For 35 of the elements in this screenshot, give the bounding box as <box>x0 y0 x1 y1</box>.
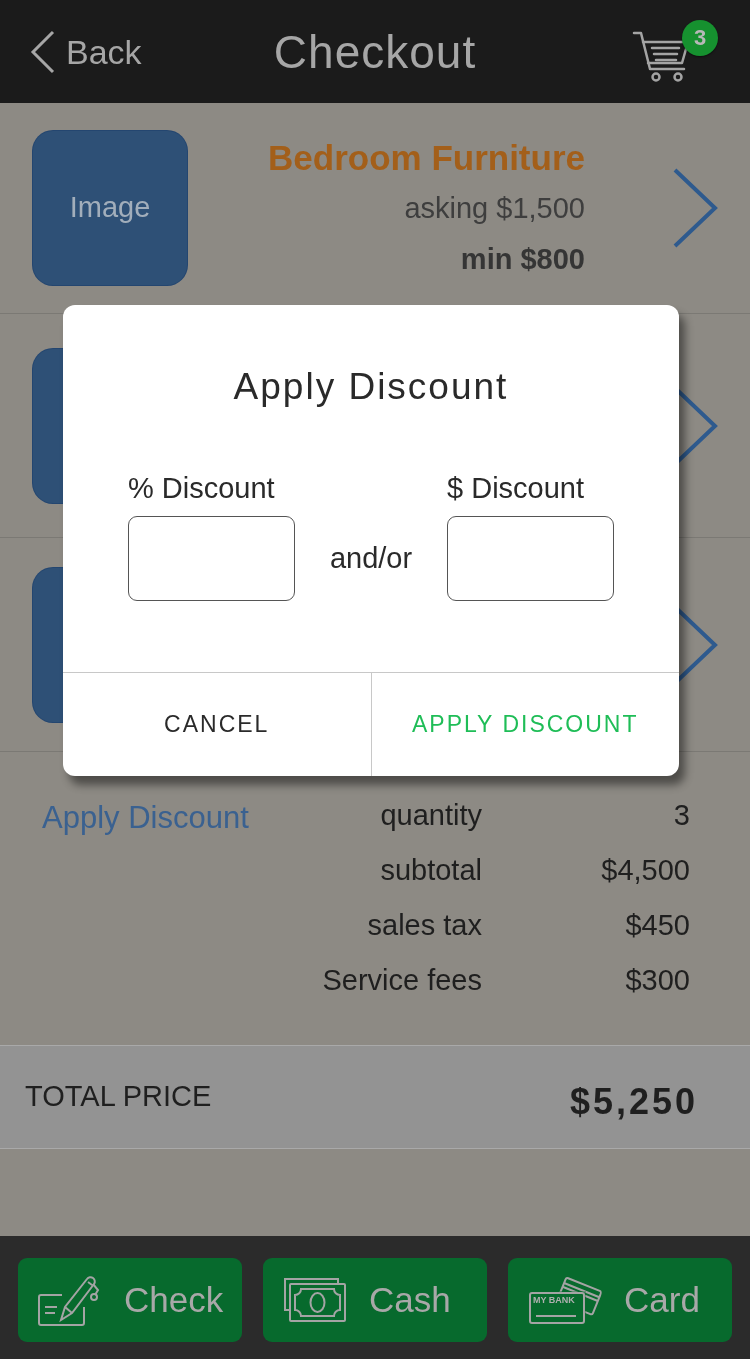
summary-value: 3 <box>672 797 690 833</box>
back-button[interactable]: Back <box>30 29 142 74</box>
summary-label: sales tax <box>366 907 482 943</box>
check-with-pen-icon <box>38 1273 102 1327</box>
dialog-title: Apply Discount <box>233 365 509 409</box>
card-brand-text: MY BANK <box>533 1296 575 1305</box>
payment-button[interactable]: Cash <box>263 1258 487 1342</box>
field-label: $ Discount <box>447 471 585 507</box>
banknotes-icon <box>283 1277 347 1323</box>
summary-value: $4,500 <box>600 852 690 888</box>
cancel-button[interactable]: CANCEL <box>63 673 371 776</box>
credit-cards-icon <box>528 1275 602 1325</box>
field-label: % Discount <box>128 471 276 507</box>
total-value: $5,250 <box>569 1080 698 1124</box>
image-caption: Image <box>69 190 151 226</box>
item-title: Bedroom Furniture <box>268 136 585 179</box>
discount-field[interactable] <box>447 516 614 601</box>
payment-button[interactable]: Check <box>18 1258 242 1342</box>
summary-label: Service fees <box>322 962 482 998</box>
and-or-text: and/or <box>329 540 413 576</box>
asking-price: asking $1,500 <box>404 190 585 226</box>
summary-label: subtotal <box>379 852 482 888</box>
total-label: TOTAL PRICE <box>25 1079 212 1115</box>
payment-button[interactable]: MY BANK Card <box>508 1258 732 1342</box>
apply-discount-link[interactable]: Apply Discount <box>42 790 323 845</box>
page-title: Checkout <box>273 28 477 75</box>
cart-button[interactable]: 3 <box>632 19 720 84</box>
summary-value: $300 <box>624 962 690 998</box>
back-chevron-icon <box>30 29 56 74</box>
summary-value: $450 <box>624 907 690 943</box>
summary-label: quantity <box>379 797 482 833</box>
cart-count-badge: 3 <box>682 19 718 56</box>
apply-discount-button[interactable]: APPLY DISCOUNT <box>370 673 679 776</box>
minimum-price: min $800 <box>460 241 585 277</box>
discount-field[interactable] <box>128 516 295 601</box>
